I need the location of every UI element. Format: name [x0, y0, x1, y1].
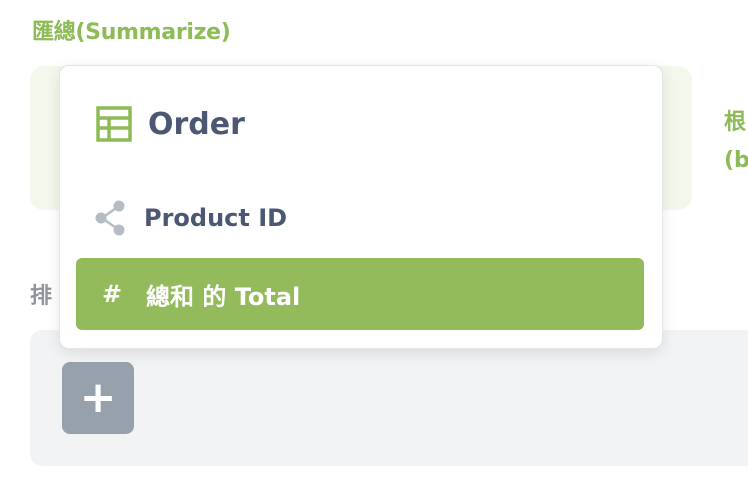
field-label: Product ID: [144, 204, 288, 232]
popover-header: Order: [96, 104, 245, 144]
add-sort-button[interactable]: +: [62, 362, 134, 434]
group-by-label: 根 (b: [724, 104, 748, 180]
column-picker-popover: Order Product ID # 總和 的 Total: [59, 65, 663, 349]
field-item-sum-total[interactable]: # 總和 的 Total: [76, 258, 644, 330]
field-label: 總和 的 Total: [146, 282, 301, 311]
connection-icon: [95, 200, 125, 236]
sort-label: 排: [30, 284, 53, 309]
summarize-title: 匯總(Summarize): [32, 20, 231, 45]
field-item-product-id[interactable]: Product ID: [94, 198, 287, 238]
hash-icon: #: [102, 280, 123, 308]
sort-area: [30, 330, 748, 466]
group-by-label-line2: (b: [724, 148, 748, 173]
table-name: Order: [148, 106, 245, 142]
group-by-label-line1: 根: [724, 110, 747, 135]
table-grid-icon: [96, 106, 132, 142]
